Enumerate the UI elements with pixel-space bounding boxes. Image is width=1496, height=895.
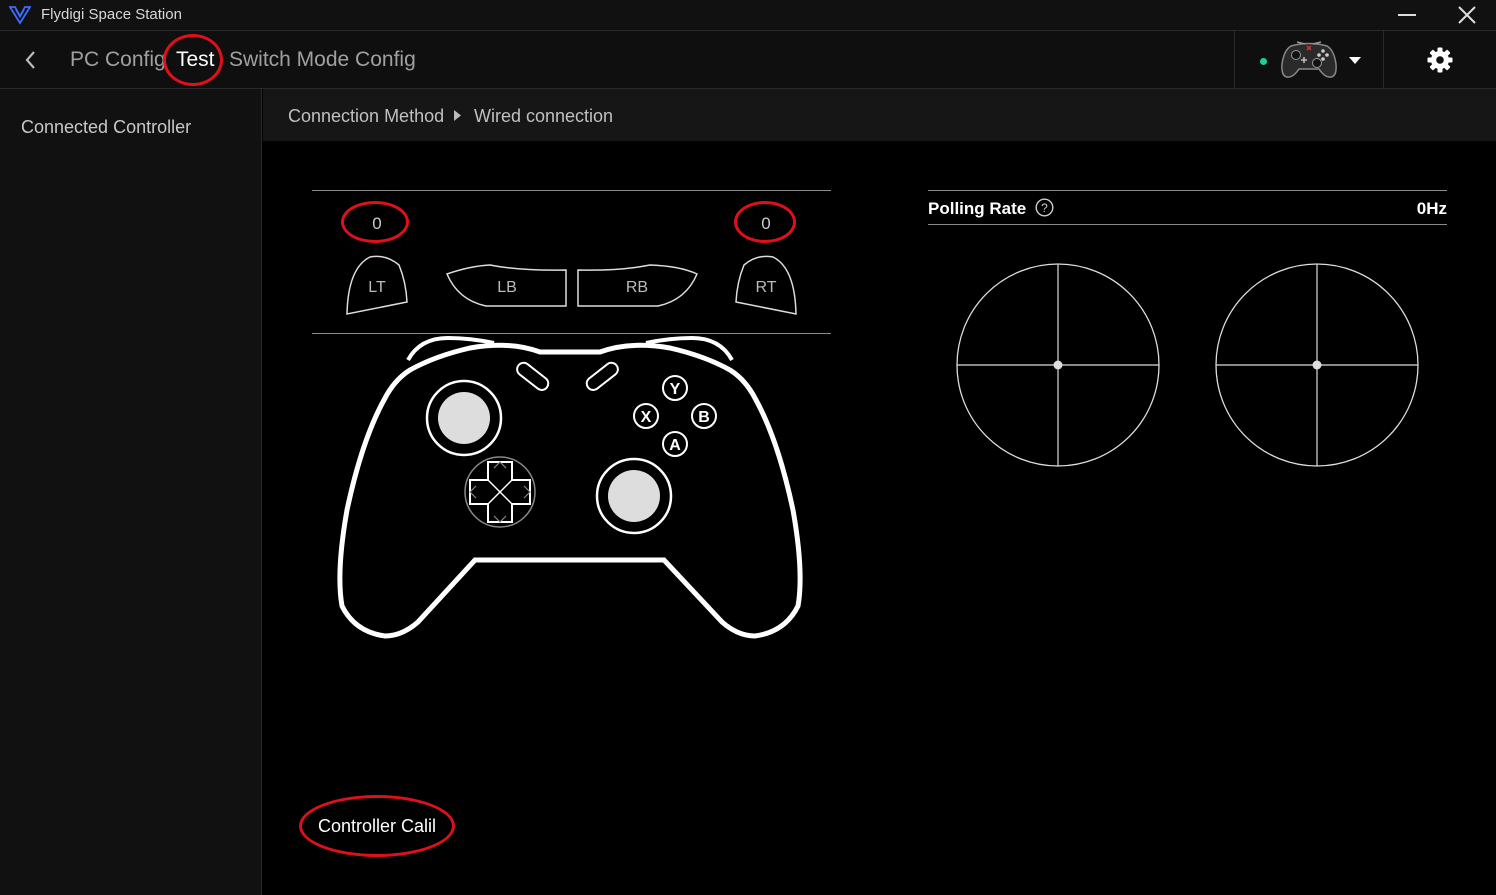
close-button[interactable]	[1444, 0, 1490, 30]
a-label: A	[669, 437, 681, 454]
menu-button	[585, 361, 619, 391]
x-label: X	[641, 409, 652, 426]
controller-thumbnail-icon	[1281, 41, 1337, 78]
b-label: B	[698, 409, 710, 426]
controller-diagram: Y X B A	[337, 335, 803, 639]
caret-down-icon	[1349, 57, 1361, 64]
flydigi-logo-icon	[9, 6, 31, 25]
app-title: Flydigi Space Station	[41, 6, 182, 23]
annotation-circle-right-trigger	[734, 201, 796, 243]
minimize-button[interactable]	[1384, 0, 1430, 30]
rb-label: RB	[626, 279, 648, 296]
connection-status-dot	[1260, 58, 1267, 65]
dpad	[464, 456, 536, 528]
polling-rate-label: Polling Rate	[928, 199, 1027, 218]
tab-pc-config[interactable]: PC Config	[70, 48, 166, 72]
right-joystick-visualizer	[1215, 263, 1419, 467]
tab-switch-mode-config[interactable]: Switch Mode Config	[229, 48, 416, 72]
divider	[312, 190, 831, 191]
annotation-circle-left-trigger	[341, 201, 409, 243]
top-nav-bar: PC Config Test Switch Mode Config	[0, 31, 1496, 89]
chevron-left-icon	[25, 51, 35, 69]
left-stick	[438, 392, 490, 444]
lb-label: LB	[497, 279, 517, 296]
settings-button[interactable]	[1410, 38, 1470, 82]
shoulder-buttons: LT LB RB RT	[346, 255, 797, 315]
divider	[928, 190, 1447, 191]
y-label: Y	[670, 381, 681, 398]
sidebar-item-connected-controller[interactable]: Connected Controller	[21, 117, 191, 138]
breadcrumb-connection-method: Connection Method	[288, 106, 445, 126]
right-stick	[608, 470, 660, 522]
title-bar: Flydigi Space Station	[0, 0, 1496, 31]
lt-label: LT	[368, 279, 386, 296]
sidebar: Connected Controller	[0, 89, 262, 895]
annotation-circle-test-tab	[163, 34, 223, 86]
left-stick-position-dot	[1053, 360, 1063, 370]
annotation-circle-calibration	[299, 795, 455, 857]
help-icon[interactable]: ?	[1035, 198, 1054, 217]
rt-label: RT	[755, 279, 776, 296]
divider	[928, 224, 1447, 225]
breadcrumb-separator-icon	[454, 110, 461, 121]
right-stick-position-dot	[1312, 360, 1322, 370]
left-joystick-visualizer	[956, 263, 1160, 467]
view-button	[516, 361, 550, 391]
back-button[interactable]	[18, 45, 44, 75]
minimize-icon	[1398, 14, 1416, 16]
gear-icon	[1427, 47, 1453, 73]
polling-rate-value: 0Hz	[1416, 199, 1447, 218]
breadcrumb-wired-connection: Wired connection	[474, 106, 614, 126]
breadcrumb: Connection Method Wired connection	[263, 89, 1496, 141]
svg-text:?: ?	[1041, 201, 1048, 215]
close-icon	[1458, 6, 1476, 24]
device-selector[interactable]	[1234, 31, 1384, 88]
